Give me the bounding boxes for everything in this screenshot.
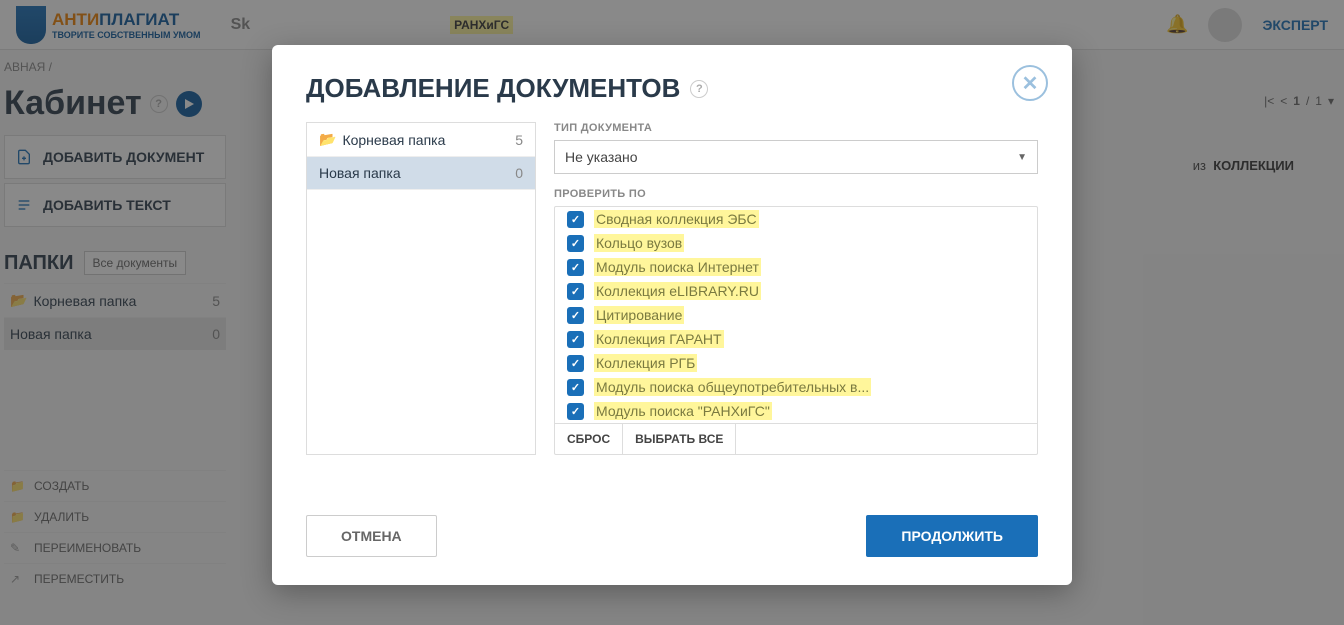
folder-count: 5 [515,132,523,148]
check-label: Модуль поиска Интернет [594,258,761,276]
checkbox-checked-icon[interactable]: ✓ [567,355,584,372]
checkbox-checked-icon[interactable]: ✓ [567,283,584,300]
folder-count: 0 [515,165,523,181]
reset-button[interactable]: СБРОС [555,424,623,454]
doctype-value: Не указано [565,149,638,165]
check-label: Модуль поиска общеупотребительных в... [594,378,871,396]
check-item[interactable]: ✓ Коллекция ГАРАНТ [555,327,1037,351]
help-icon[interactable]: ? [690,80,708,98]
check-item[interactable]: ✓ Модуль поиска "РАНХиГС" [555,399,1037,423]
doctype-label: ТИП ДОКУМЕНТА [554,122,1038,134]
cancel-button[interactable]: ОТМЕНА [306,515,437,557]
chevron-down-icon: ▼ [1017,152,1027,163]
checkbox-checked-icon[interactable]: ✓ [567,379,584,396]
select-all-button[interactable]: ВЫБРАТЬ ВСЕ [623,424,736,454]
folder-icon: 📂 [319,131,336,148]
check-label: Коллекция ГАРАНТ [594,330,724,348]
check-item[interactable]: ✓ Коллекция РГБ [555,351,1037,375]
checkbox-checked-icon[interactable]: ✓ [567,211,584,228]
folder-label: Новая папка [319,165,401,181]
modal-title: ДОБАВЛЕНИЕ ДОКУМЕНТОВ [306,73,680,104]
check-item[interactable]: ✓ Модуль поиска Интернет [555,255,1037,279]
doctype-select[interactable]: Не указано ▼ [554,140,1038,174]
close-icon[interactable]: ✕ [1012,65,1048,101]
checkbox-checked-icon[interactable]: ✓ [567,235,584,252]
check-label: Сводная коллекция ЭБС [594,210,759,228]
modal-folder-row[interactable]: Новая папка 0 [307,157,535,190]
check-label: Цитирование [594,306,684,324]
checklist: ✓ Сводная коллекция ЭБС ✓ Кольцо вузов ✓ Моду… [554,206,1038,455]
check-label: Кольцо вузов [594,234,684,252]
checkbox-checked-icon[interactable]: ✓ [567,307,584,324]
checkbox-checked-icon[interactable]: ✓ [567,259,584,276]
check-label: Модуль поиска "РАНХиГС" [594,402,772,420]
modal-overlay: ✕ ДОБАВЛЕНИЕ ДОКУМЕНТОВ? 📂 Корневая папка… [0,0,1344,625]
checkbox-checked-icon[interactable]: ✓ [567,403,584,420]
check-item[interactable]: ✓ Коллекция eLIBRARY.RU [555,279,1037,303]
checkby-label: ПРОВЕРИТЬ ПО [554,188,1038,200]
check-item[interactable]: ✓ Кольцо вузов [555,231,1037,255]
check-label: Коллекция eLIBRARY.RU [594,282,761,300]
check-item[interactable]: ✓ Сводная коллекция ЭБС [555,207,1037,231]
modal-folder-row[interactable]: 📂 Корневая папка 5 [307,123,535,157]
modal-folder-list: 📂 Корневая папка 5 Новая папка 0 [306,122,536,455]
checkbox-checked-icon[interactable]: ✓ [567,331,584,348]
add-documents-modal: ✕ ДОБАВЛЕНИЕ ДОКУМЕНТОВ? 📂 Корневая папка… [272,45,1072,585]
continue-button[interactable]: ПРОДОЛЖИТЬ [866,515,1038,557]
check-item[interactable]: ✓ Модуль поиска общеупотребительных в... [555,375,1037,399]
check-label: Коллекция РГБ [594,354,697,372]
check-item[interactable]: ✓ Цитирование [555,303,1037,327]
folder-label: Корневая папка [342,132,445,148]
